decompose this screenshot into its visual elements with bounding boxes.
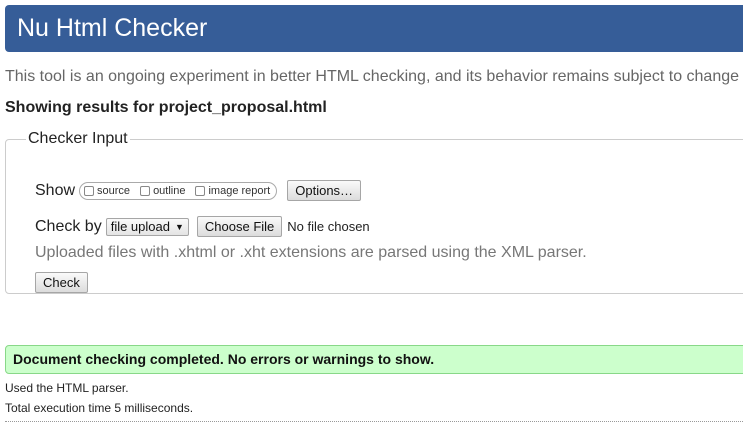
image-report-label: image report [208, 184, 271, 197]
check-row: Check [35, 272, 88, 293]
show-row: Show source outline image report Options… [35, 180, 362, 201]
show-label: Show [35, 181, 76, 199]
xml-parser-note-row: Uploaded files with .xhtml or .xht exten… [35, 244, 587, 262]
header-bar: Nu Html Checker [5, 5, 743, 52]
execution-time: Total execution time 5 milliseconds. [5, 401, 194, 415]
show-image-report-option[interactable]: image report [195, 185, 270, 197]
image-report-checkbox[interactable] [195, 185, 206, 196]
check-by-label: Check by [35, 217, 102, 235]
show-source-option[interactable]: source [84, 185, 130, 197]
no-file-chosen-text: No file chosen [287, 219, 370, 234]
results-heading: Showing results for project_proposal.htm… [5, 99, 327, 116]
show-options-group: source outline image report [79, 181, 278, 200]
source-checkbox[interactable] [84, 185, 95, 196]
outline-checkbox[interactable] [140, 185, 151, 196]
check-by-select-value: file upload [110, 219, 170, 234]
outline-label: outline [153, 184, 186, 197]
choose-file-button[interactable]: Choose File [196, 216, 283, 237]
check-by-row: Check by file upload ▼ Choose File No fi… [35, 216, 370, 237]
options-button[interactable]: Options… [287, 180, 362, 201]
checker-input-legend: Checker Input [28, 130, 128, 147]
checker-input-fieldset: Checker Input Show source outline image … [5, 130, 743, 294]
dropdown-arrow-icon: ▼ [174, 221, 184, 232]
success-message: Document checking completed. No errors o… [13, 351, 435, 367]
check-button[interactable]: Check [35, 272, 88, 293]
show-outline-option[interactable]: outline [140, 185, 185, 197]
success-message-box: Document checking completed. No errors o… [5, 345, 743, 374]
parser-info: Used the HTML parser. [5, 381, 129, 395]
app-title: Nu Html Checker [17, 14, 208, 42]
bottom-divider [5, 421, 743, 422]
source-label: source [97, 184, 131, 197]
xml-parser-note: Uploaded files with .xhtml or .xht exten… [35, 244, 587, 261]
intro-text: This tool is an ongoing experiment in be… [5, 68, 740, 85]
check-by-select[interactable]: file upload ▼ [105, 217, 189, 236]
